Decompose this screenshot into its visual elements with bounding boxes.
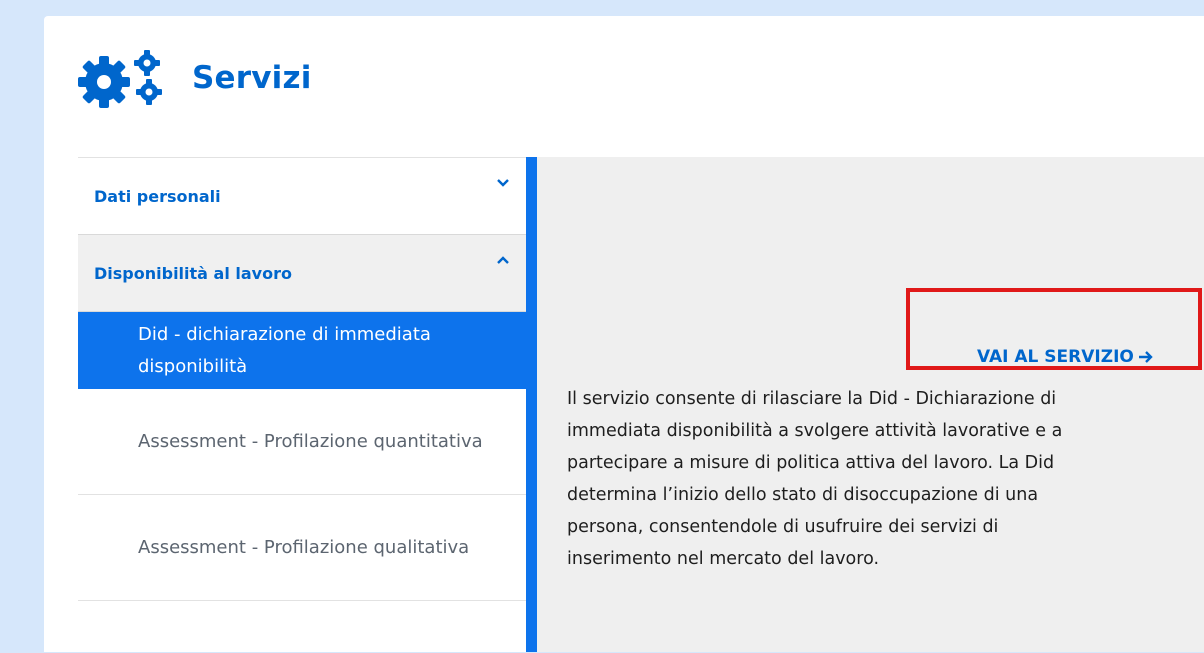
service-description: Il servizio consente di rilasciare la Di…	[567, 389, 1063, 569]
subnav-disponibilita: Did - dichiarazione di immediata disponi…	[78, 312, 526, 601]
subnav-item-did[interactable]: Did - dichiarazione di immediata disponi…	[78, 312, 526, 389]
chevron-up-icon[interactable]	[496, 253, 510, 267]
page-title: Servizi	[192, 60, 312, 96]
go-to-service-label: VAI AL SERVIZIO	[977, 347, 1134, 367]
chevron-down-icon[interactable]	[496, 176, 510, 190]
sidebar: Dati personali Disponibilità al lavoro D…	[78, 157, 526, 653]
subnav-item-profilazione-qualitativa[interactable]: Assessment - Profilazione qualitativa	[78, 495, 526, 601]
subnav-item-label: Assessment - Profilazione quantitativa	[138, 430, 483, 452]
sidebar-item-dati-personali[interactable]: Dati personali	[78, 158, 526, 235]
subnav-item-label: Assessment - Profilazione qualitativa	[138, 536, 470, 558]
arrow-right-icon	[1138, 351, 1153, 363]
gears-icon	[78, 50, 162, 108]
services-card: Servizi Dati personali Disponibilità al …	[44, 16, 1204, 652]
page-header: Servizi	[74, 46, 312, 110]
go-to-service-link[interactable]: VAI AL SERVIZIO	[977, 347, 1154, 367]
sidebar-item-label: Dati personali	[94, 186, 221, 206]
active-indicator-bar	[526, 157, 537, 652]
service-detail-panel: VAI AL SERVIZIO Il servizio consente di …	[537, 157, 1204, 652]
subnav-item-label: Did - dichiarazione di immediata disponi…	[138, 323, 431, 377]
sidebar-item-disponibilita[interactable]: Disponibilità al lavoro	[78, 235, 526, 312]
subnav-item-profilazione-quantitativa[interactable]: Assessment - Profilazione quantitativa	[78, 389, 526, 495]
sidebar-item-label: Disponibilità al lavoro	[94, 263, 292, 283]
